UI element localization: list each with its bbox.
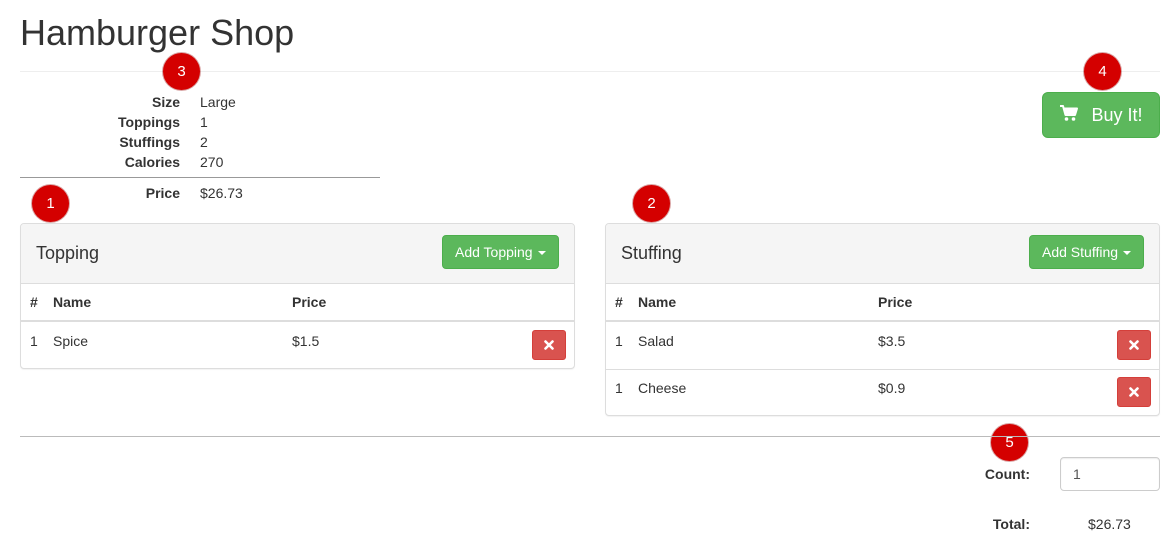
summary-toppings-label: Toppings (118, 114, 180, 130)
summary-size-label: Size (151, 94, 180, 110)
summary-stuffings-value: 2 (200, 134, 208, 150)
order-divider (20, 436, 1160, 437)
add-topping-label: Add Topping (455, 244, 533, 260)
count-input[interactable] (1060, 457, 1160, 491)
buy-button[interactable]: Buy It! (1042, 92, 1160, 138)
summary-divider (20, 177, 380, 178)
total-value: $26.73 (1088, 516, 1131, 532)
row-number: 1 (30, 333, 38, 349)
row-number: 1 (615, 333, 623, 349)
summary-price-label: Price (145, 185, 180, 201)
column-header-price: Price (878, 294, 913, 310)
close-icon (1129, 340, 1139, 350)
stuffing-panel-heading: Stuffing Add Stuffing (606, 224, 1159, 284)
buy-button-label: Buy It! (1091, 104, 1143, 125)
row-name: Cheese (638, 380, 687, 396)
column-header-name: Name (638, 294, 677, 310)
summary-toppings-value: 1 (200, 114, 208, 130)
summary-stuffings-label: Stuffings (119, 134, 180, 150)
add-stuffing-label: Add Stuffing (1042, 244, 1119, 260)
remove-stuffing-button[interactable] (1117, 377, 1151, 407)
step-badge-3: 3 (163, 53, 200, 90)
summary-calories-value: 270 (200, 154, 224, 170)
topping-panel-heading: Topping Add Topping (21, 224, 574, 284)
remove-topping-button[interactable] (532, 330, 566, 360)
close-icon (1129, 387, 1139, 397)
count-label: Count: (984, 466, 1030, 482)
row-number: 1 (615, 380, 623, 396)
caret-down-icon (537, 251, 546, 255)
step-badge-2: 2 (633, 185, 670, 222)
column-header-price: Price (292, 294, 327, 310)
table-header-divider (21, 320, 574, 322)
summary-calories-label: Calories (124, 154, 180, 170)
shopping-cart-icon (1059, 104, 1079, 127)
row-name: Salad (638, 333, 674, 349)
column-header-number: # (30, 294, 38, 310)
close-icon (544, 340, 554, 350)
row-price: $1.5 (292, 333, 320, 349)
page-title: Hamburger Shop (20, 12, 295, 53)
summary-price-value: $26.73 (200, 185, 243, 201)
table-header-divider (606, 320, 1159, 322)
row-divider (606, 369, 1159, 370)
step-badge-5: 5 (991, 424, 1028, 461)
topping-panel: Topping Add Topping # Name Price 1 Spice… (20, 223, 575, 369)
add-topping-button[interactable]: Add Topping (442, 235, 559, 269)
stuffing-panel-title: Stuffing (621, 243, 682, 263)
remove-stuffing-button[interactable] (1117, 330, 1151, 360)
topping-panel-title: Topping (36, 243, 100, 263)
total-label: Total: (992, 516, 1030, 532)
step-badge-4: 4 (1084, 53, 1121, 90)
column-header-number: # (615, 294, 623, 310)
row-price: $0.9 (878, 380, 906, 396)
caret-down-icon (1123, 251, 1132, 255)
row-price: $3.5 (878, 333, 906, 349)
row-name: Spice (53, 333, 89, 349)
add-stuffing-button[interactable]: Add Stuffing (1029, 235, 1145, 269)
column-header-name: Name (53, 294, 92, 310)
stuffing-panel: Stuffing Add Stuffing # Name Price 1 Sal… (605, 223, 1160, 416)
summary-size-value: Large (200, 94, 236, 110)
